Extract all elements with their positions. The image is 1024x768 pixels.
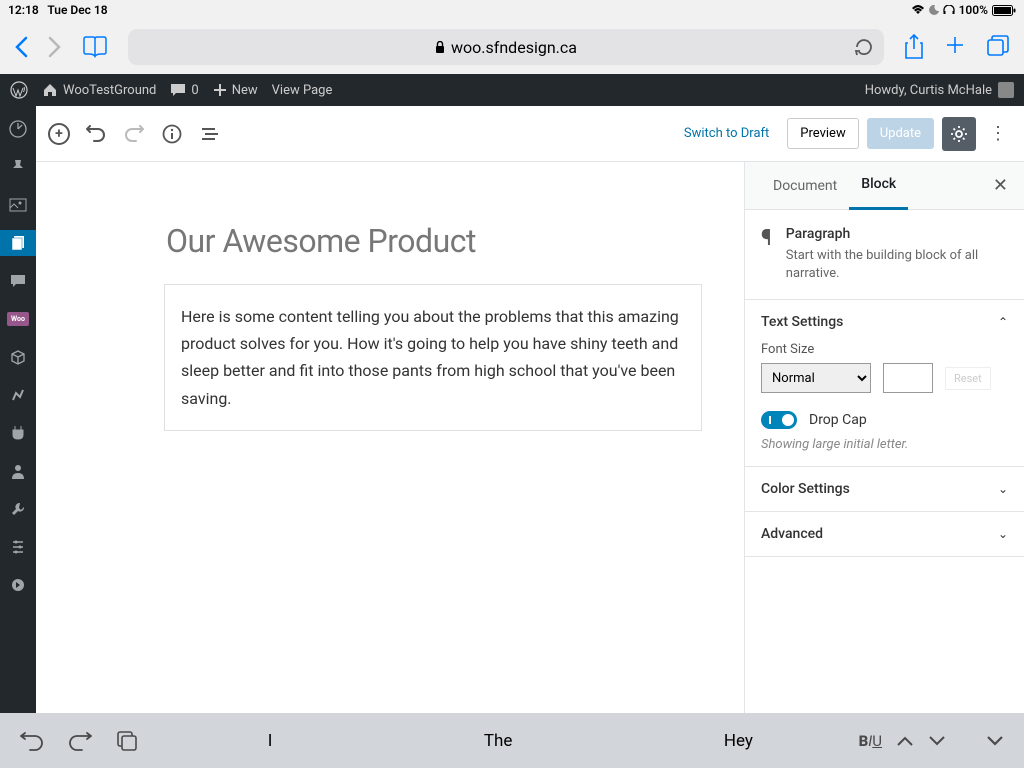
comments-icon[interactable]: [0, 268, 36, 294]
settings-gear-button[interactable]: [942, 117, 976, 151]
view-page-link[interactable]: View Page: [272, 83, 333, 98]
font-size-select[interactable]: Normal: [761, 363, 871, 393]
document-tab[interactable]: Document: [761, 162, 849, 210]
suggestion-2[interactable]: The: [454, 731, 543, 751]
media-icon[interactable]: [0, 192, 36, 218]
howdy-text[interactable]: Howdy, Curtis McHale: [865, 83, 992, 98]
forward-button[interactable]: [48, 36, 62, 58]
text-settings-toggle[interactable]: Text Settings ⌃: [761, 314, 1008, 330]
reload-button[interactable]: [854, 37, 872, 57]
users-icon[interactable]: [0, 458, 36, 484]
appearance-icon[interactable]: [0, 382, 36, 408]
safari-toolbar: woo.sfndesign.ca: [0, 20, 1024, 74]
color-settings-section[interactable]: Color Settings ⌄: [745, 467, 1024, 512]
settings-panel: Document Block ✕ ¶ Paragraph Start with …: [744, 162, 1024, 768]
settings-icon[interactable]: [0, 534, 36, 560]
info-button[interactable]: [160, 122, 184, 146]
drop-cap-description: Showing large initial letter.: [761, 437, 1008, 452]
block-name: Paragraph: [786, 226, 1008, 242]
redo-button[interactable]: [122, 122, 146, 146]
pin-icon[interactable]: [0, 154, 36, 180]
outline-button[interactable]: [198, 122, 222, 146]
editor-canvas[interactable]: Our Awesome Product ¶▾ B I ABC: [36, 162, 744, 768]
block-description: Start with the building block of all nar…: [786, 247, 1008, 283]
kbd-undo-button[interactable]: [20, 731, 44, 751]
chevron-down-icon: ⌄: [998, 527, 1008, 541]
text-settings-section: Text Settings ⌃ Font Size Normal Reset D…: [745, 300, 1024, 467]
avatar[interactable]: [998, 82, 1014, 98]
kbd-redo-button[interactable]: [68, 731, 92, 751]
share-button[interactable]: [904, 34, 924, 60]
battery-percent: 100%: [959, 3, 988, 17]
paragraph-block[interactable]: Here is some content telling you about t…: [164, 284, 702, 431]
drop-cap-label: Drop Cap: [809, 412, 867, 428]
home-icon: [42, 83, 58, 97]
products-icon[interactable]: [0, 344, 36, 370]
font-size-reset-button[interactable]: Reset: [945, 367, 991, 390]
chevron-down-icon: ⌄: [998, 482, 1008, 496]
suggestion-1[interactable]: I: [238, 731, 303, 751]
collapse-icon[interactable]: [0, 572, 36, 598]
editor-toolbar: + Switch to Draft Preview Update ⋮: [36, 106, 1024, 162]
bookmarks-icon[interactable]: [82, 36, 108, 58]
preview-button[interactable]: Preview: [787, 118, 858, 149]
undo-button[interactable]: [84, 122, 108, 146]
chevron-up-icon: ⌃: [998, 315, 1008, 329]
comment-icon: [170, 83, 186, 97]
kbd-dismiss-button[interactable]: [986, 735, 1004, 747]
dashboard-icon[interactable]: [0, 116, 36, 142]
close-panel-button[interactable]: ✕: [993, 175, 1008, 196]
wifi-icon: [911, 5, 925, 15]
comments-link[interactable]: 0: [170, 83, 198, 98]
wp-admin-sidebar: Woo: [0, 106, 36, 768]
suggestion-3[interactable]: Hey: [694, 731, 783, 751]
font-size-label: Font Size: [761, 342, 1008, 357]
keyboard-suggestion-bar: I The Hey BIU: [0, 713, 1024, 768]
plugins-icon[interactable]: [0, 420, 36, 446]
block-tab[interactable]: Block: [849, 162, 908, 210]
status-time: 12:18: [8, 3, 39, 17]
drop-cap-toggle[interactable]: [761, 411, 797, 429]
kbd-down-button[interactable]: [928, 735, 946, 747]
battery-icon: [992, 5, 1016, 16]
update-button[interactable]: Update: [867, 118, 934, 149]
paragraph-icon: ¶: [761, 226, 772, 283]
lock-icon: [435, 41, 445, 54]
tabs-button[interactable]: [986, 34, 1010, 60]
pages-icon[interactable]: [0, 230, 36, 256]
add-block-button[interactable]: +: [48, 123, 70, 145]
url-bar[interactable]: woo.sfndesign.ca: [128, 29, 884, 65]
wordpress-logo-icon[interactable]: [10, 81, 28, 99]
new-tab-button[interactable]: [944, 34, 966, 60]
wp-admin-bar: WooTestGround 0 New View Page Howdy, Cur…: [0, 74, 1024, 106]
post-title[interactable]: Our Awesome Product: [56, 222, 724, 260]
new-link[interactable]: New: [213, 83, 258, 98]
ios-status-bar: 12:18 Tue Dec 18 100%: [0, 0, 1024, 20]
more-options-button[interactable]: ⋮: [984, 117, 1012, 151]
kbd-up-button[interactable]: [896, 735, 914, 747]
switch-to-draft-link[interactable]: Switch to Draft: [674, 126, 779, 141]
block-info: ¶ Paragraph Start with the building bloc…: [745, 210, 1024, 300]
url-text: woo.sfndesign.ca: [451, 38, 577, 57]
font-size-input[interactable]: [883, 363, 933, 393]
advanced-section[interactable]: Advanced ⌄: [745, 512, 1024, 557]
back-button[interactable]: [14, 36, 28, 58]
kbd-format-button[interactable]: BIU: [859, 732, 882, 750]
site-name-link[interactable]: WooTestGround: [42, 83, 156, 98]
woo-icon[interactable]: Woo: [0, 306, 36, 332]
kbd-clipboard-button[interactable]: [116, 730, 138, 752]
moon-icon: [929, 5, 939, 15]
plus-icon: [213, 83, 227, 97]
headphones-icon: [943, 5, 955, 15]
tools-icon[interactable]: [0, 496, 36, 522]
status-date: Tue Dec 18: [47, 3, 107, 17]
